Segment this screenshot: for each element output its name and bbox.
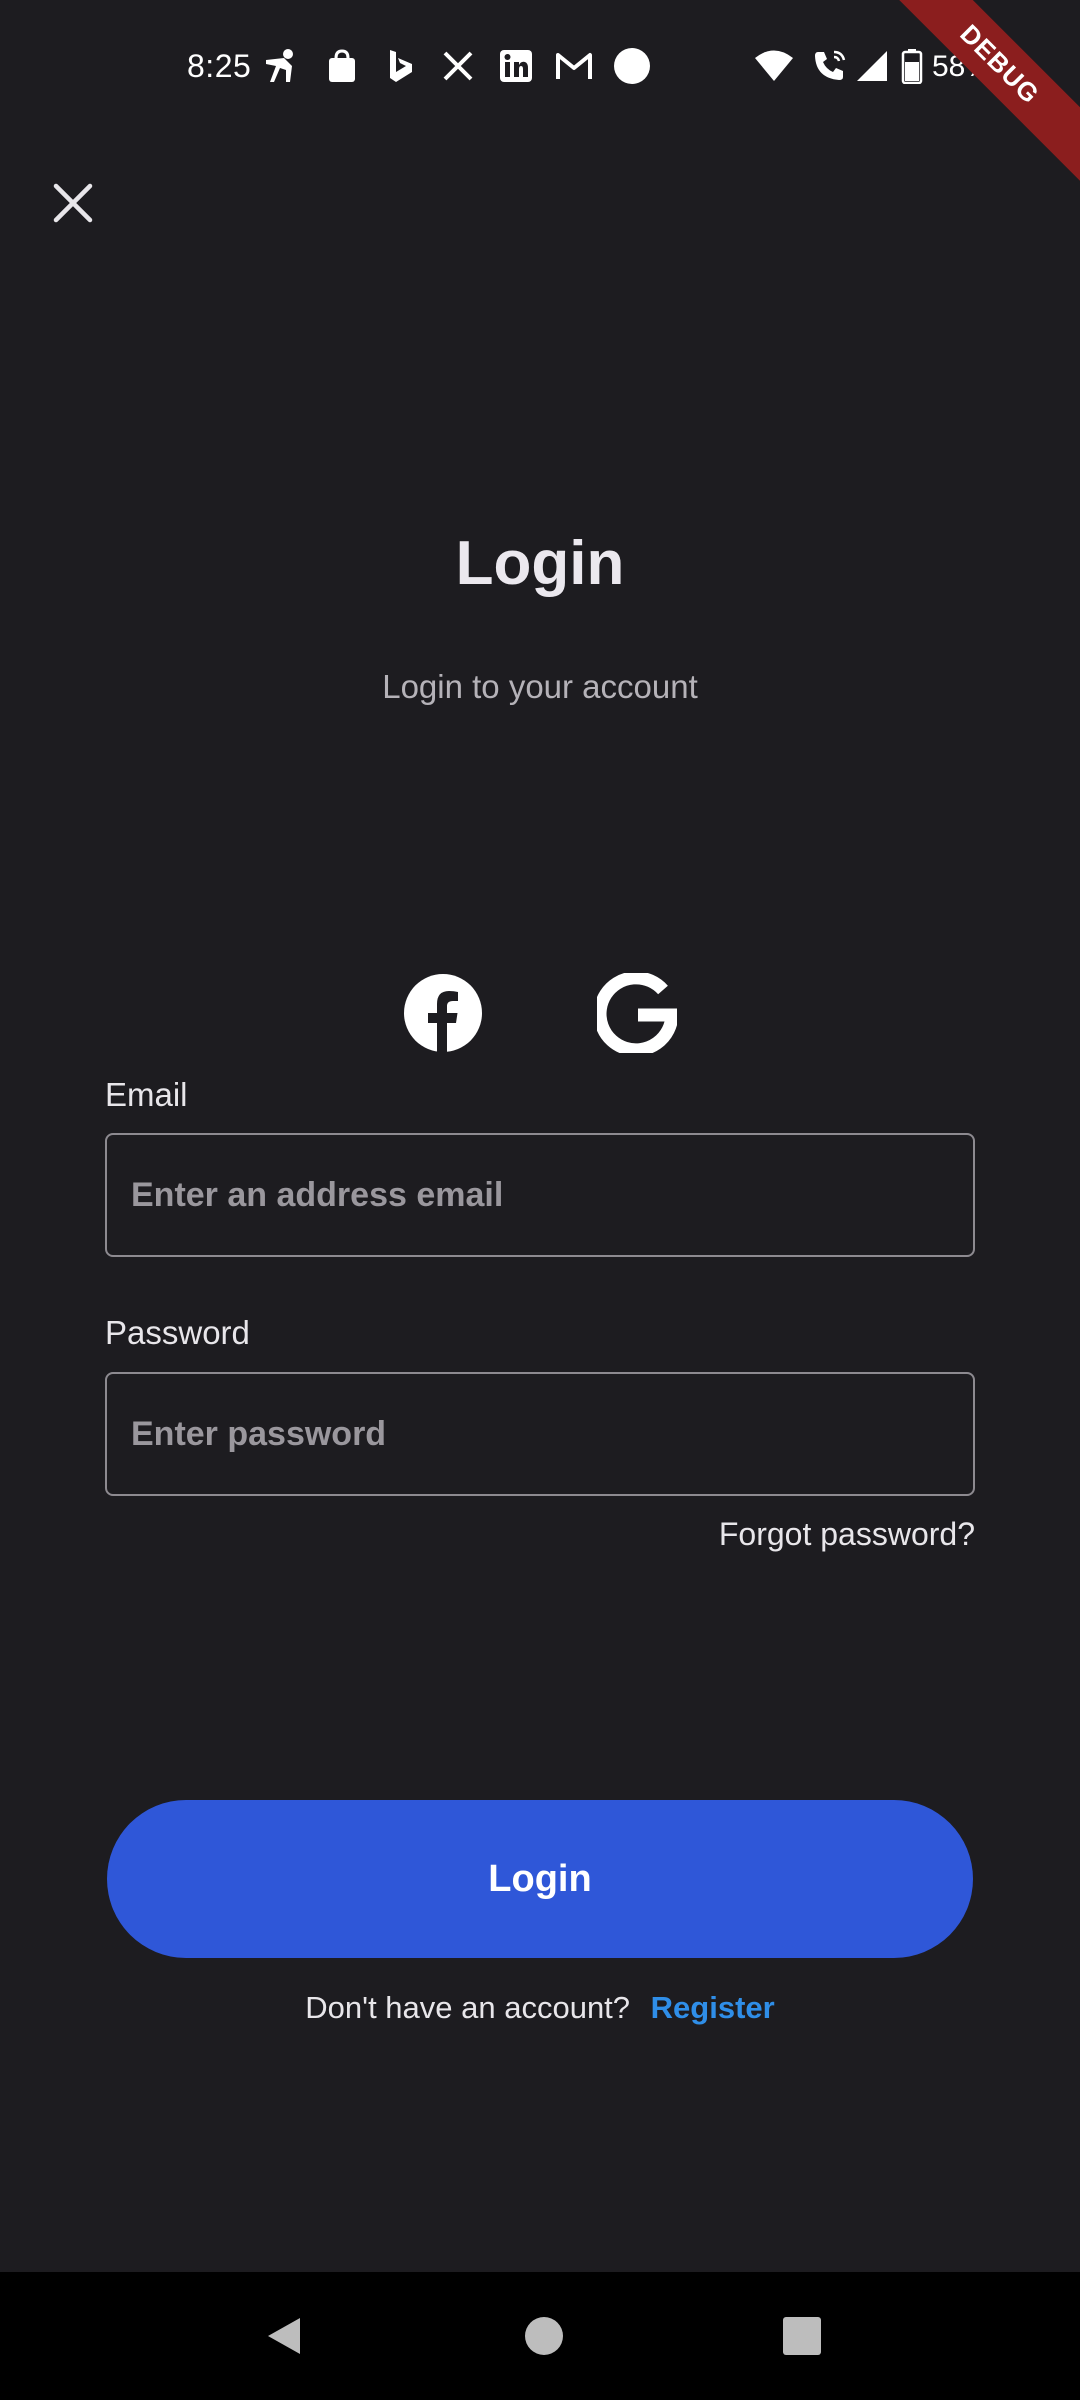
page-subtitle: Login to your account: [382, 668, 698, 705]
bing-icon: [380, 46, 420, 86]
register-link[interactable]: Register: [651, 1990, 775, 2025]
email-field[interactable]: [107, 1135, 973, 1255]
home-icon: [525, 2317, 563, 2355]
gmail-icon: [554, 46, 594, 86]
navigation-bar: [0, 2272, 1080, 2400]
password-field[interactable]: [107, 1374, 973, 1494]
fitness-app-icon: [262, 46, 302, 86]
wifi-calling-icon: [810, 46, 850, 86]
recents-button[interactable]: [742, 2272, 862, 2400]
back-button[interactable]: [224, 2272, 344, 2400]
wifi-icon: [754, 46, 794, 86]
signal-icon: [852, 46, 892, 86]
circle-icon: [612, 46, 652, 86]
email-label: Email: [105, 1076, 188, 1113]
home-button[interactable]: [484, 2272, 604, 2400]
linkedin-icon: [496, 46, 536, 86]
shopping-bag-icon: [322, 46, 362, 86]
page-title: Login: [455, 529, 625, 598]
close-icon: [53, 183, 93, 223]
register-prompt: Don't have an account?: [305, 1990, 631, 2025]
status-bar: 8:25 58%: [0, 0, 1080, 136]
battery-icon: [892, 46, 932, 86]
google-login-button[interactable]: [596, 972, 678, 1054]
forgot-password-link[interactable]: Forgot password?: [719, 1516, 975, 1553]
facebook-login-button[interactable]: [402, 972, 484, 1054]
password-label: Password: [105, 1314, 250, 1351]
email-field-container: [105, 1133, 975, 1257]
back-icon: [268, 2318, 300, 2354]
facebook-icon: [404, 974, 482, 1053]
login-button[interactable]: Login: [107, 1800, 973, 1958]
password-field-container: [105, 1372, 975, 1496]
recents-icon: [783, 2317, 821, 2355]
status-time: 8:25: [187, 48, 252, 84]
x-icon: [438, 46, 478, 86]
close-button[interactable]: [40, 170, 106, 236]
google-icon: [597, 973, 677, 1053]
register-row: Don't have an account? Register: [0, 1990, 1080, 2026]
